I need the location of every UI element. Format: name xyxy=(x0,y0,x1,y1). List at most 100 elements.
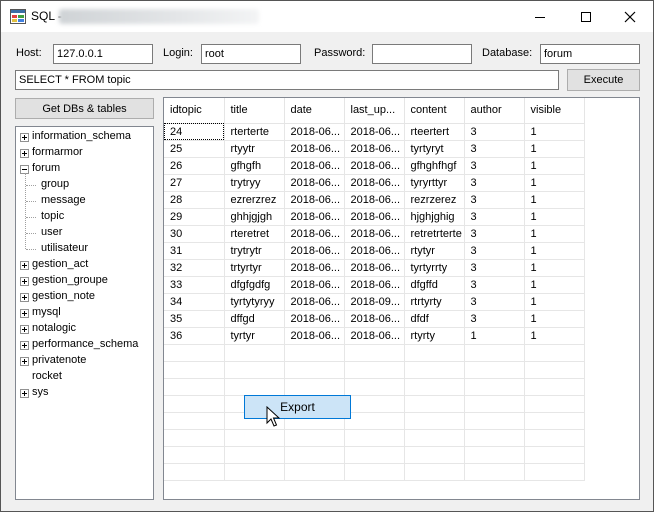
tree-item-table[interactable]: utilisateur xyxy=(16,241,153,257)
expand-plus-icon[interactable] xyxy=(20,277,29,286)
table-cell[interactable]: 2018-06... xyxy=(284,327,345,345)
table-cell[interactable]: 3 xyxy=(464,242,525,260)
table-cell[interactable]: 1 xyxy=(524,174,585,192)
table-row[interactable]: 32 trtyrtyr 2018-06... 2018-06... tyrtyrrty 3… xyxy=(164,259,585,277)
table-cell[interactable]: 32 xyxy=(164,259,225,277)
table-cell[interactable]: tyrtyryt xyxy=(404,140,465,158)
table-cell[interactable]: dfgfgdfg xyxy=(224,276,285,294)
tree-item-database[interactable]: gestion_act xyxy=(16,257,153,273)
table-cell[interactable]: trtyrtyr xyxy=(224,259,285,277)
table-cell[interactable]: 2018-06... xyxy=(344,191,405,209)
tree-item-database[interactable]: gestion_note xyxy=(16,289,153,305)
column-header[interactable]: title xyxy=(224,98,285,124)
table-cell[interactable]: 2018-06... xyxy=(284,123,345,141)
table-cell[interactable]: ghhjgjgh xyxy=(224,208,285,226)
table-cell[interactable]: 34 xyxy=(164,293,225,311)
table-cell[interactable]: 2018-06... xyxy=(284,157,345,175)
table-cell[interactable]: tyrtytyryy xyxy=(224,293,285,311)
table-cell[interactable]: 2018-06... xyxy=(344,259,405,277)
expand-plus-icon[interactable] xyxy=(20,149,29,158)
table-cell[interactable]: 1 xyxy=(524,327,585,345)
table-cell[interactable]: 2018-06... xyxy=(344,174,405,192)
table-cell[interactable]: 3 xyxy=(464,157,525,175)
table-row[interactable]: 27 trytryy 2018-06... 2018-06... tyryrttyr 3 1 xyxy=(164,174,585,192)
minimize-button[interactable] xyxy=(517,1,563,32)
expand-plus-icon[interactable] xyxy=(20,293,29,302)
table-cell[interactable]: 30 xyxy=(164,225,225,243)
export-button[interactable]: Export xyxy=(244,395,351,419)
password-input[interactable] xyxy=(372,44,472,64)
expand-plus-icon[interactable] xyxy=(20,389,29,398)
login-input[interactable] xyxy=(201,44,301,64)
table-cell[interactable]: 36 xyxy=(164,327,225,345)
close-button[interactable] xyxy=(607,1,653,32)
tree-item-database[interactable]: performance_schema xyxy=(16,337,153,353)
table-cell[interactable]: 35 xyxy=(164,310,225,328)
table-cell[interactable]: rterterte xyxy=(224,123,285,141)
table-cell[interactable]: hjghjghig xyxy=(404,208,465,226)
table-cell[interactable]: 2018-06... xyxy=(284,208,345,226)
tree-item-database[interactable]: information_schema xyxy=(16,129,153,145)
table-cell[interactable]: 1 xyxy=(524,123,585,141)
table-cell[interactable]: 24 xyxy=(164,123,225,141)
table-cell[interactable]: 2018-06... xyxy=(284,140,345,158)
table-cell[interactable]: 2018-06... xyxy=(284,293,345,311)
execute-button[interactable]: Execute xyxy=(567,69,640,91)
table-cell[interactable]: 25 xyxy=(164,140,225,158)
title-bar[interactable]: SQL - xyxy=(1,1,653,32)
table-cell[interactable]: rtrtyrty xyxy=(404,293,465,311)
table-cell[interactable]: 2018-09... xyxy=(344,293,405,311)
table-cell[interactable]: rezrzerez xyxy=(404,191,465,209)
table-cell[interactable]: rtytyr xyxy=(404,242,465,260)
table-cell[interactable]: trytrytr xyxy=(224,242,285,260)
results-grid[interactable]: idtopic title date last_up... content author v… xyxy=(163,97,640,500)
table-row[interactable]: 26 gfhgfh 2018-06... 2018-06... gfhghfhgf 3 1 xyxy=(164,157,585,175)
table-cell[interactable]: 1 xyxy=(524,276,585,294)
table-cell[interactable]: 3 xyxy=(464,140,525,158)
table-row[interactable]: 34 tyrtytyryy 2018-06... 2018-09... rtrtyrty… xyxy=(164,293,585,311)
tree-item-table[interactable]: group xyxy=(16,177,153,193)
table-cell[interactable]: 2018-06... xyxy=(344,225,405,243)
table-cell[interactable]: 31 xyxy=(164,242,225,260)
table-row[interactable]: 35 dffgd 2018-06... 2018-06... dfdf 3 1 xyxy=(164,310,585,328)
table-cell[interactable]: 2018-06... xyxy=(344,157,405,175)
expand-plus-icon[interactable] xyxy=(20,341,29,350)
table-row[interactable]: 31 trytrytr 2018-06... 2018-06... rtytyr 3 1 xyxy=(164,242,585,260)
column-header[interactable]: visible xyxy=(524,98,585,124)
table-row[interactable]: 30 rteretret 2018-06... 2018-06... retretrte… xyxy=(164,225,585,243)
table-cell[interactable]: 2018-06... xyxy=(344,208,405,226)
table-cell[interactable]: rteertert xyxy=(404,123,465,141)
table-cell[interactable]: 1 xyxy=(524,310,585,328)
table-cell[interactable]: dfdf xyxy=(404,310,465,328)
table-cell[interactable]: dffgd xyxy=(224,310,285,328)
column-header[interactable]: date xyxy=(284,98,345,124)
table-cell[interactable]: trytryy xyxy=(224,174,285,192)
table-cell[interactable]: 1 xyxy=(524,208,585,226)
table-cell[interactable]: 1 xyxy=(464,327,525,345)
table-row[interactable]: 36 tyrtyr 2018-06... 2018-06... rtyrty 1 1 xyxy=(164,327,585,345)
tree-item-table[interactable]: user xyxy=(16,225,153,241)
table-cell[interactable]: 27 xyxy=(164,174,225,192)
table-cell[interactable]: 2018-06... xyxy=(284,276,345,294)
table-cell[interactable]: 2018-06... xyxy=(344,123,405,141)
table-cell[interactable]: 1 xyxy=(524,259,585,277)
table-cell[interactable]: 3 xyxy=(464,208,525,226)
table-cell[interactable]: dfgffd xyxy=(404,276,465,294)
table-row[interactable]: 25 rtyytr 2018-06... 2018-06... tyrtyryt 3 1 xyxy=(164,140,585,158)
table-cell[interactable]: 2018-06... xyxy=(284,191,345,209)
table-cell[interactable]: retretrterte xyxy=(404,225,465,243)
table-cell[interactable]: gfhgfh xyxy=(224,157,285,175)
table-cell[interactable]: 29 xyxy=(164,208,225,226)
tree-item-database[interactable]: gestion_groupe xyxy=(16,273,153,289)
tree-item-database[interactable]: forum xyxy=(16,161,153,177)
table-cell[interactable]: gfhghfhgf xyxy=(404,157,465,175)
table-cell[interactable]: 26 xyxy=(164,157,225,175)
expand-plus-icon[interactable] xyxy=(20,261,29,270)
table-cell[interactable]: 28 xyxy=(164,191,225,209)
table-cell[interactable]: 1 xyxy=(524,293,585,311)
tree-item-database[interactable]: rocket xyxy=(16,369,153,385)
table-cell[interactable]: 1 xyxy=(524,140,585,158)
column-header[interactable]: author xyxy=(464,98,525,124)
table-row[interactable]: 24 rterterte 2018-06... 2018-06... rteertert… xyxy=(164,123,585,141)
tree-item-database[interactable]: sys xyxy=(16,385,153,401)
